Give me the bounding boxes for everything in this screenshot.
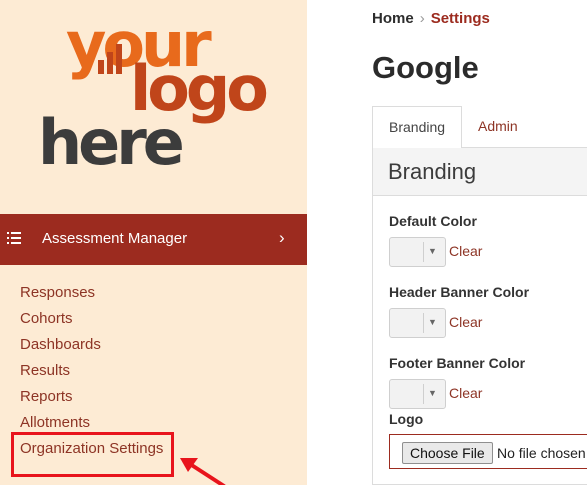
sidebar-item-cohorts[interactable]: Cohorts bbox=[20, 308, 163, 334]
header-banner-color-picker[interactable]: ▼ bbox=[389, 308, 446, 338]
nav-section-assessment-manager[interactable]: Assessment Manager › bbox=[0, 214, 307, 265]
default-color-label: Default Color bbox=[389, 213, 477, 229]
tab-branding[interactable]: Branding bbox=[372, 106, 463, 148]
settings-tabs: Branding Admin bbox=[372, 106, 587, 148]
page-title: Google bbox=[372, 50, 479, 85]
sidebar-item-reports[interactable]: Reports bbox=[20, 386, 163, 412]
caret-down-icon: ▼ bbox=[428, 246, 437, 256]
footer-banner-color-clear-link[interactable]: Clear bbox=[449, 385, 482, 401]
sidebar: your logo here Assessment Manager › Resp… bbox=[0, 0, 307, 485]
tab-admin[interactable]: Admin bbox=[462, 106, 534, 148]
file-status-text: No file chosen bbox=[497, 445, 586, 461]
choose-file-button[interactable]: Choose File bbox=[402, 442, 493, 464]
sidebar-item-results[interactable]: Results bbox=[20, 360, 163, 386]
header-banner-color-clear-link[interactable]: Clear bbox=[449, 314, 482, 330]
default-color-picker[interactable]: ▼ bbox=[389, 237, 446, 267]
sidebar-item-responses[interactable]: Responses bbox=[20, 282, 163, 308]
breadcrumb-separator: › bbox=[419, 10, 425, 27]
panel-title: Branding bbox=[388, 159, 477, 184]
branding-panel: Branding Default Color ▼ Clear Header Ba… bbox=[372, 147, 587, 485]
nav-section-label: Assessment Manager bbox=[42, 230, 188, 247]
logo-file-input[interactable]: Choose File No file chosen bbox=[389, 434, 587, 469]
default-color-clear-link[interactable]: Clear bbox=[449, 243, 482, 259]
sidebar-item-dashboards[interactable]: Dashboards bbox=[20, 334, 163, 360]
panel-header: Branding bbox=[373, 148, 587, 196]
breadcrumb: Home › Settings bbox=[372, 10, 490, 27]
logo-word-here: here bbox=[38, 106, 185, 179]
list-icon bbox=[7, 232, 21, 244]
caret-down-icon: ▼ bbox=[428, 317, 437, 327]
main-content: Home › Settings Google Branding Admin Bran… bbox=[307, 0, 587, 485]
brand-logo: your logo here bbox=[38, 14, 278, 179]
breadcrumb-current: Settings bbox=[430, 10, 490, 27]
logo-field-label: Logo bbox=[389, 411, 424, 427]
caret-down-icon: ▼ bbox=[428, 388, 437, 398]
pointer-arrow-icon bbox=[180, 458, 226, 485]
highlight-box bbox=[11, 432, 174, 477]
breadcrumb-home-link[interactable]: Home bbox=[372, 10, 414, 27]
footer-banner-color-label: Footer Banner Color bbox=[389, 355, 526, 371]
footer-banner-color-picker[interactable]: ▼ bbox=[389, 379, 446, 409]
chevron-right-icon: › bbox=[279, 228, 285, 247]
header-banner-color-label: Header Banner Color bbox=[389, 284, 530, 300]
